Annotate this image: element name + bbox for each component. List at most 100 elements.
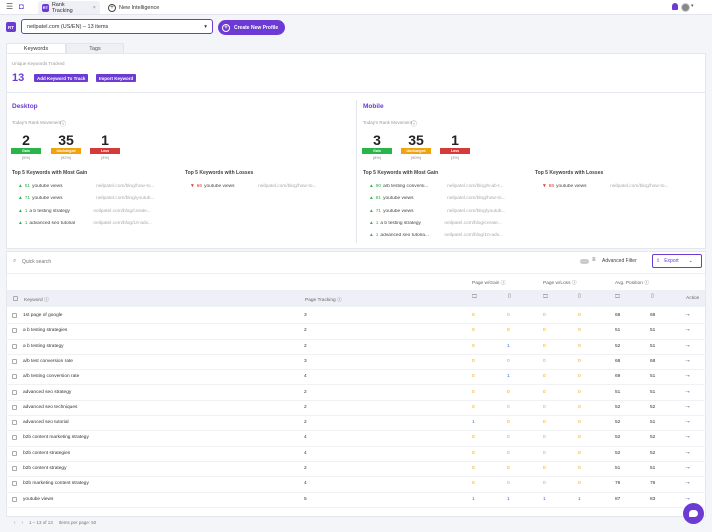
arrow-right-icon[interactable]: → — [684, 326, 691, 333]
next-page-icon[interactable]: › — [22, 520, 24, 525]
arrow-right-icon[interactable]: → — [684, 418, 691, 425]
keyword-cell[interactable]: b2b content marketing strategy — [23, 435, 89, 440]
keyword-cell[interactable]: advanced seo tutorial — [23, 420, 69, 425]
table-row[interactable]: a/b test conversion rate 3 0 0 0 0 68 68 → — [6, 355, 706, 371]
keyword-cell[interactable]: advanced seo strategy — [23, 390, 71, 395]
arrow-up-icon: ▲ — [18, 220, 23, 226]
import-keyword-button[interactable]: Import Keyword — [96, 74, 137, 82]
keyword-cell[interactable]: b2b marketing content strategy — [23, 481, 89, 486]
app-logo-icon[interactable]: ◘ — [19, 3, 24, 11]
table-row[interactable]: b2b marketing content strategy 4 0 0 0 0 76 76 → — [6, 477, 706, 493]
items-per-page[interactable]: Items per page: 50 — [59, 520, 97, 525]
keyword-url: neilpatel.com/blog/how-to... — [447, 196, 506, 202]
tab-tags[interactable]: Tags — [66, 43, 124, 53]
add-keyword-button[interactable]: Add Keyword To Track — [34, 74, 89, 82]
close-tab-icon[interactable]: × — [93, 5, 96, 11]
arrow-right-icon[interactable]: → — [684, 372, 691, 379]
metric-cell: 51 — [650, 466, 656, 471]
export-button[interactable]: ⇪ Export ⌄ — [652, 254, 702, 268]
divider — [356, 100, 357, 243]
arrow-right-icon[interactable]: → — [684, 357, 691, 364]
arrow-right-icon[interactable]: → — [684, 342, 691, 349]
row-checkbox[interactable] — [12, 450, 17, 456]
tab-new-intelligence[interactable]: + New Intelligence — [104, 1, 163, 14]
keyword-cell[interactable]: b2b content strategies — [23, 451, 70, 456]
keyword-cell[interactable]: youtube views — [23, 497, 53, 502]
table-row[interactable]: b2b content strategies 4 0 0 0 0 52 52 → — [6, 447, 706, 462]
gain-keyword-item[interactable]: ▲ 90 a/b testing conversi... neilpatel.com/… — [369, 184, 504, 189]
table-row[interactable]: a/b testing conversion rate 4 0 1 0 0 69 51 → — [6, 370, 706, 386]
gain-keyword-item[interactable]: ▲ 1 a b testing strategy neilpatel.com/blog… — [18, 209, 151, 214]
keyword-cell[interactable]: a/b test conversion rate — [23, 359, 73, 364]
loss-keyword-item[interactable]: ▼ 66 youtube views neilpatel.com/blog/how-t… — [190, 184, 317, 189]
arrow-right-icon[interactable]: → — [684, 433, 691, 440]
select-all-checkbox[interactable] — [13, 296, 18, 301]
keyword-cell[interactable]: advanced seo techniques — [23, 405, 77, 410]
metric-cell: 0 — [472, 435, 475, 441]
table-row[interactable]: advanced seo techniques 2 0 0 0 0 52 52 → — [6, 401, 706, 417]
create-profile-button[interactable]: + Create New Profile — [218, 20, 285, 35]
loss-keyword-item[interactable]: ▼ 88 youtube views neilpatel.com/blog/how-t… — [542, 184, 669, 189]
gain-keyword-item[interactable]: ▲ 71 youtube views neilpatel.com/blog/youtu… — [18, 196, 155, 201]
desktop-unchanged-pct: (92%) — [60, 155, 72, 160]
table-row[interactable]: advanced seo tutorial 2 1 0 0 0 52 51 → — [6, 416, 706, 432]
gain-keyword-item[interactable]: ▲ 51 youtube views neilpatel.com/blog/how-t… — [18, 184, 155, 189]
arrow-right-icon[interactable]: → — [684, 403, 691, 410]
info-icon[interactable]: ⓘ — [411, 119, 417, 128]
info-icon[interactable]: ⓘ — [60, 119, 66, 128]
gain-keyword-item[interactable]: ▲ 1 a b testing strategy neilpatel.com/blog… — [369, 221, 502, 226]
row-checkbox[interactable] — [12, 420, 17, 426]
keyword-cell[interactable]: b2b content strategy — [23, 466, 66, 471]
table-row[interactable]: 1st page of google 3 0 0 0 0 68 68 → — [6, 309, 706, 325]
row-checkbox[interactable] — [12, 358, 17, 364]
table-row[interactable]: b2b content strategy 2 0 0 0 0 51 51 → — [6, 462, 706, 478]
header-keyword[interactable]: Keyword ⓘ — [24, 296, 49, 303]
advanced-filter-toggle[interactable] — [580, 259, 589, 264]
row-checkbox[interactable] — [12, 343, 17, 349]
bell-icon[interactable] — [672, 3, 678, 10]
row-checkbox[interactable] — [12, 496, 17, 502]
row-checkbox[interactable] — [12, 389, 17, 395]
table-row[interactable]: advanced seo strategy 2 0 0 0 0 51 51 → — [6, 386, 706, 401]
menu-icon[interactable]: ☰ — [6, 3, 13, 11]
arrow-right-icon[interactable]: → — [684, 479, 691, 486]
arrow-right-icon[interactable]: → — [684, 388, 691, 395]
table-row[interactable]: a b testing strategy 2 0 1 0 0 52 51 → — [6, 340, 706, 355]
table-row[interactable]: b2b content marketing strategy 4 0 0 0 0 52 52 → — [6, 431, 706, 447]
row-checkbox[interactable] — [12, 466, 17, 471]
header-page-tracking[interactable]: Page Tracking ⓘ — [305, 296, 342, 303]
desktop-icon: 🖵 — [615, 295, 620, 300]
keyword-text: advanced seo tutoria... — [380, 233, 429, 239]
gain-keyword-item[interactable]: ▲ 1 advanced seo tutoria... neilpatel.com/b… — [369, 233, 503, 238]
gain-keyword-item[interactable]: ▲ 1 advanced seo tutorial neilpatel.com/blo… — [18, 221, 152, 226]
row-checkbox[interactable] — [12, 481, 17, 487]
keyword-cell[interactable]: 1st page of google — [23, 313, 62, 318]
chat-button[interactable] — [683, 503, 704, 524]
tab-keywords[interactable]: Keywords — [6, 43, 66, 53]
row-checkbox[interactable] — [12, 404, 17, 410]
tab-rank-tracking[interactable]: RT Rank Tracking × — [38, 1, 100, 14]
table-row[interactable]: a b testing strategies 2 0 0 0 0 51 51 → — [6, 324, 706, 340]
row-checkbox[interactable] — [12, 374, 17, 380]
arrow-right-icon[interactable]: → — [684, 464, 691, 471]
keyword-cell[interactable]: a/b testing conversion rate — [23, 374, 79, 379]
metric-cell: 0 — [507, 389, 510, 395]
keyword-cell[interactable]: a b testing strategy — [23, 344, 64, 349]
prev-page-icon[interactable]: ‹ — [14, 520, 16, 525]
arrow-right-icon[interactable]: → — [684, 311, 691, 318]
keyword-cell[interactable]: a b testing strategies — [23, 328, 67, 333]
metric-cell: 0 — [507, 450, 510, 456]
chevron-down-icon[interactable]: ▾ — [691, 3, 694, 9]
avatar[interactable] — [681, 3, 690, 12]
row-checkbox[interactable] — [12, 328, 17, 334]
project-select[interactable]: neilpatel.com (US/EN) – 13 items ▾ — [21, 19, 213, 34]
row-checkbox[interactable] — [12, 313, 17, 318]
arrow-right-icon[interactable]: → — [684, 449, 691, 456]
table-row[interactable]: youtube views 5 1 1 1 1 87 83 → — [6, 493, 706, 508]
gain-keyword-item[interactable]: ▲ 81 youtube views neilpatel.com/blog/how-t… — [369, 196, 506, 201]
row-checkbox[interactable] — [12, 435, 17, 441]
quick-search-input[interactable] — [22, 257, 222, 266]
arrow-right-icon[interactable]: → — [684, 495, 691, 502]
gain-keyword-item[interactable]: ▲ 71 youtube views neilpatel.com/blog/youtu… — [369, 209, 506, 214]
metric-cell: 0 — [543, 389, 546, 395]
